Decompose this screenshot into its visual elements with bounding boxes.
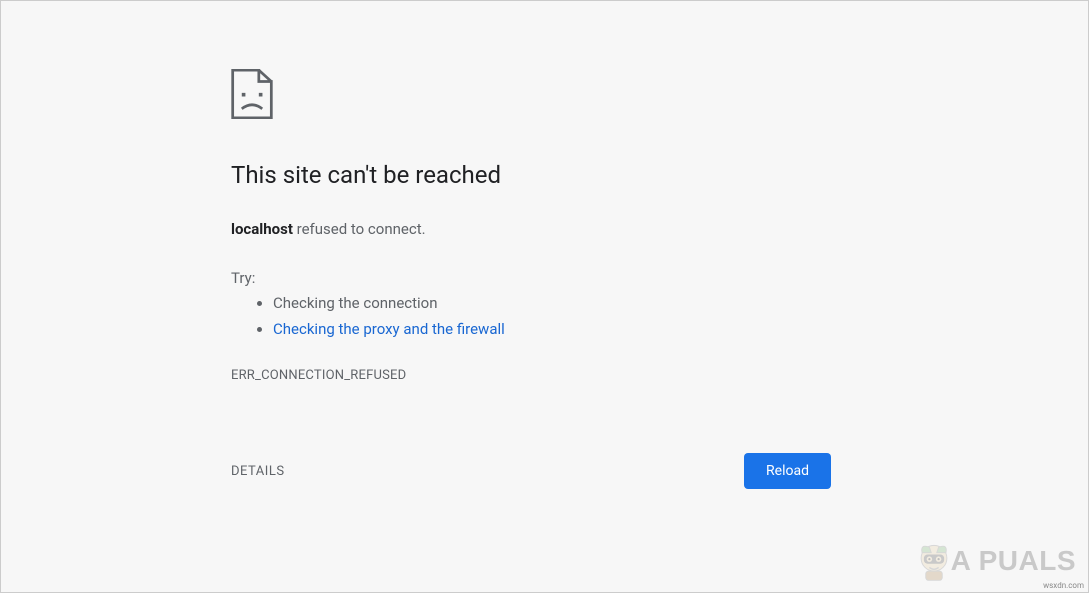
suggestions-list: Checking the connection Checking the pro… xyxy=(273,291,831,342)
proxy-firewall-link[interactable]: Checking the proxy and the firewall xyxy=(273,320,505,338)
sad-file-icon xyxy=(231,69,273,119)
error-page-content: This site can't be reached localhost ref… xyxy=(231,1,831,489)
error-message: localhost refused to connect. xyxy=(231,217,831,241)
suggestion-check-proxy: Checking the proxy and the firewall xyxy=(273,317,831,343)
reload-button[interactable]: Reload xyxy=(744,453,831,489)
try-label: Try: xyxy=(231,269,831,287)
watermark: A PUALS xyxy=(911,538,1076,584)
error-message-suffix: refused to connect. xyxy=(293,220,426,238)
watermark-brand: A PUALS xyxy=(951,545,1076,577)
actions-row: DETAILS Reload xyxy=(231,453,831,489)
suggestion-check-connection: Checking the connection xyxy=(273,291,831,317)
error-code: ERR_CONNECTION_REFUSED xyxy=(231,368,831,383)
details-button[interactable]: DETAILS xyxy=(231,464,285,479)
error-host: localhost xyxy=(231,220,293,238)
error-title: This site can't be reached xyxy=(231,161,831,189)
attribution-text: wsxdn.com xyxy=(1043,581,1084,590)
